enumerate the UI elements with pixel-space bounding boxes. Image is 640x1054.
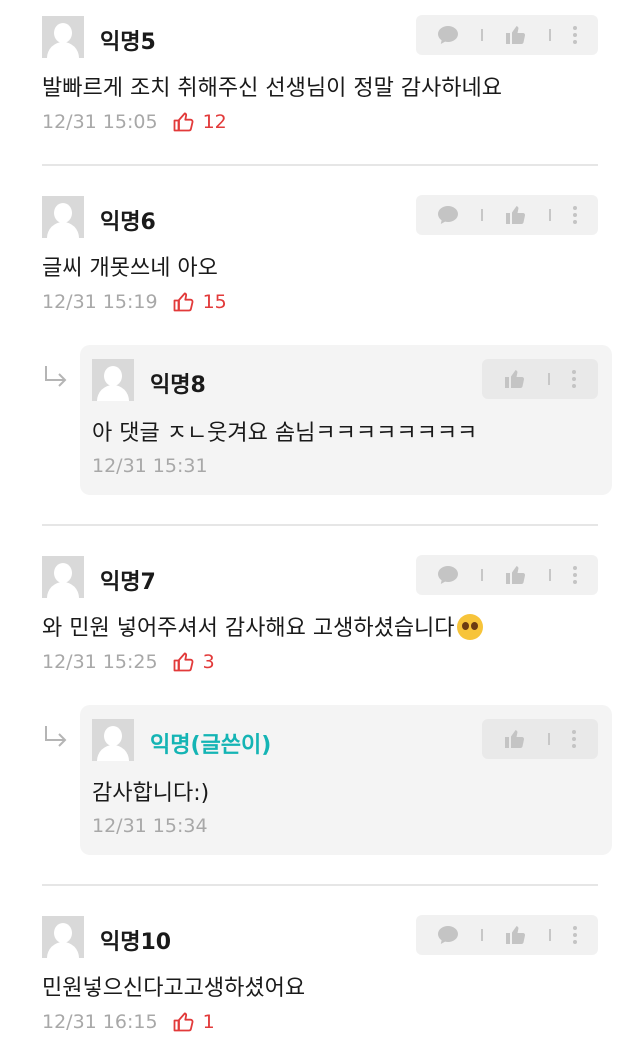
separator (547, 733, 550, 745)
comment-item: 익명10 민원넣으신다고고생하셨어요 12/31 16:15 1 (0, 900, 640, 1050)
comment-action-bar (416, 15, 598, 55)
comment-author-name[interactable]: 익명6 (100, 204, 156, 236)
thumbs-up-outline-icon (172, 1010, 196, 1034)
divider (42, 524, 598, 526)
vertical-dots-icon[interactable] (572, 205, 578, 225)
comment-action-bar (416, 915, 598, 955)
thumbs-up-outline-icon (172, 110, 196, 134)
reply-item: 익명8 아 댓글 ㅈㄴ웃겨요 솜님ㅋㅋㅋㅋㅋㅋㅋㅋ 12/31 15:31 (80, 345, 612, 495)
speech-bubble-icon[interactable] (436, 923, 460, 947)
comment-meta: 12/31 16:15 1 (42, 1010, 215, 1034)
comment-item: 익명6 글씨 개못쓰네 아오 12/31 15:19 15 (0, 180, 640, 330)
thumbs-up-icon[interactable] (504, 23, 528, 47)
comment-list: 익명5 발빠르게 조치 취해주신 선생님이 정말 감사하네요 12/31 15:… (0, 0, 640, 1054)
comment-text: 글씨 개못쓰네 아오 (42, 256, 218, 281)
comment-timestamp: 12/31 15:25 (42, 651, 158, 673)
vertical-dots-icon[interactable] (572, 925, 578, 945)
separator (548, 29, 551, 41)
separator (548, 209, 551, 221)
like-count: 12 (202, 111, 227, 133)
default-avatar-icon (54, 563, 72, 583)
thumbs-up-icon[interactable] (503, 727, 527, 751)
reply-author-name[interactable]: 익명(글쓴이) (150, 727, 271, 759)
reply-arrow-icon (42, 364, 70, 390)
divider (42, 884, 598, 886)
default-avatar-icon (104, 726, 122, 746)
comment-meta: 12/31 15:25 3 (42, 650, 215, 674)
reply-timestamp: 12/31 15:31 (92, 455, 208, 477)
thumbs-up-icon[interactable] (503, 367, 527, 391)
reply-author-name[interactable]: 익명8 (150, 367, 206, 399)
reply-timestamp: 12/31 15:34 (92, 815, 208, 837)
pleading-face-emoji (456, 614, 483, 640)
like-count: 15 (202, 291, 227, 313)
reply-item: 익명(글쓴이) 감사합니다:) 12/31 15:34 (80, 705, 612, 855)
comment-timestamp: 12/31 15:19 (42, 291, 158, 313)
comment-text: 와 민원 넣어주셔서 감사해요 고생하셨습니다 (42, 610, 483, 642)
vertical-dots-icon[interactable] (571, 369, 577, 389)
separator (548, 929, 551, 941)
reply-action-bar (482, 359, 598, 399)
comment-text: 민원넣으신다고고생하셨어요 (42, 976, 306, 1001)
comment-author-name[interactable]: 익명7 (100, 564, 156, 596)
comment-action-bar (416, 555, 598, 595)
thumbs-up-icon[interactable] (504, 203, 528, 227)
speech-bubble-icon[interactable] (436, 203, 460, 227)
avatar[interactable] (92, 359, 134, 401)
avatar[interactable] (42, 196, 84, 238)
comment-timestamp: 12/31 15:05 (42, 111, 158, 133)
thumbs-up-outline-icon (172, 650, 196, 674)
comment-author-name[interactable]: 익명10 (100, 924, 171, 956)
reply-action-bar (482, 719, 598, 759)
comment-item: 익명5 발빠르게 조치 취해주신 선생님이 정말 감사하네요 12/31 15:… (0, 0, 640, 165)
default-avatar-icon (54, 923, 72, 943)
comment-author-name[interactable]: 익명5 (100, 24, 156, 56)
separator (548, 569, 551, 581)
comment-item: 익명7 와 민원 넣어주셔서 감사해요 고생하셨습니다 12/31 15:25 … (0, 540, 640, 690)
reply-meta: 12/31 15:34 (92, 815, 208, 837)
separator (547, 373, 550, 385)
comment-action-bar (416, 195, 598, 235)
default-avatar-icon (54, 23, 72, 43)
comment-timestamp: 12/31 16:15 (42, 1011, 158, 1033)
speech-bubble-icon[interactable] (436, 23, 460, 47)
comment-text: 발빠르게 조치 취해주신 선생님이 정말 감사하네요 (42, 76, 503, 101)
avatar[interactable] (92, 719, 134, 761)
vertical-dots-icon[interactable] (572, 25, 578, 45)
avatar[interactable] (42, 556, 84, 598)
separator (481, 209, 484, 221)
reply-meta: 12/31 15:31 (92, 455, 208, 477)
thumbs-up-outline-icon (172, 290, 196, 314)
default-avatar-icon (104, 366, 122, 386)
avatar[interactable] (42, 16, 84, 58)
avatar[interactable] (42, 916, 84, 958)
separator (481, 29, 484, 41)
reply-arrow-icon (42, 724, 70, 750)
divider (42, 164, 598, 166)
vertical-dots-icon[interactable] (571, 729, 577, 749)
like-count: 1 (202, 1011, 215, 1033)
speech-bubble-icon[interactable] (436, 563, 460, 587)
comment-text-content: 와 민원 넣어주셔서 감사해요 고생하셨습니다 (42, 616, 455, 641)
separator (481, 929, 484, 941)
reply-text: 아 댓글 ㅈㄴ웃겨요 솜님ㅋㅋㅋㅋㅋㅋㅋㅋ (92, 421, 478, 446)
thumbs-up-icon[interactable] (504, 923, 528, 947)
vertical-dots-icon[interactable] (572, 565, 578, 585)
like-count: 3 (202, 651, 215, 673)
comment-meta: 12/31 15:19 15 (42, 290, 227, 314)
separator (481, 569, 484, 581)
thumbs-up-icon[interactable] (504, 563, 528, 587)
default-avatar-icon (54, 203, 72, 223)
comment-meta: 12/31 15:05 12 (42, 110, 227, 134)
reply-text: 감사합니다:) (92, 781, 210, 806)
